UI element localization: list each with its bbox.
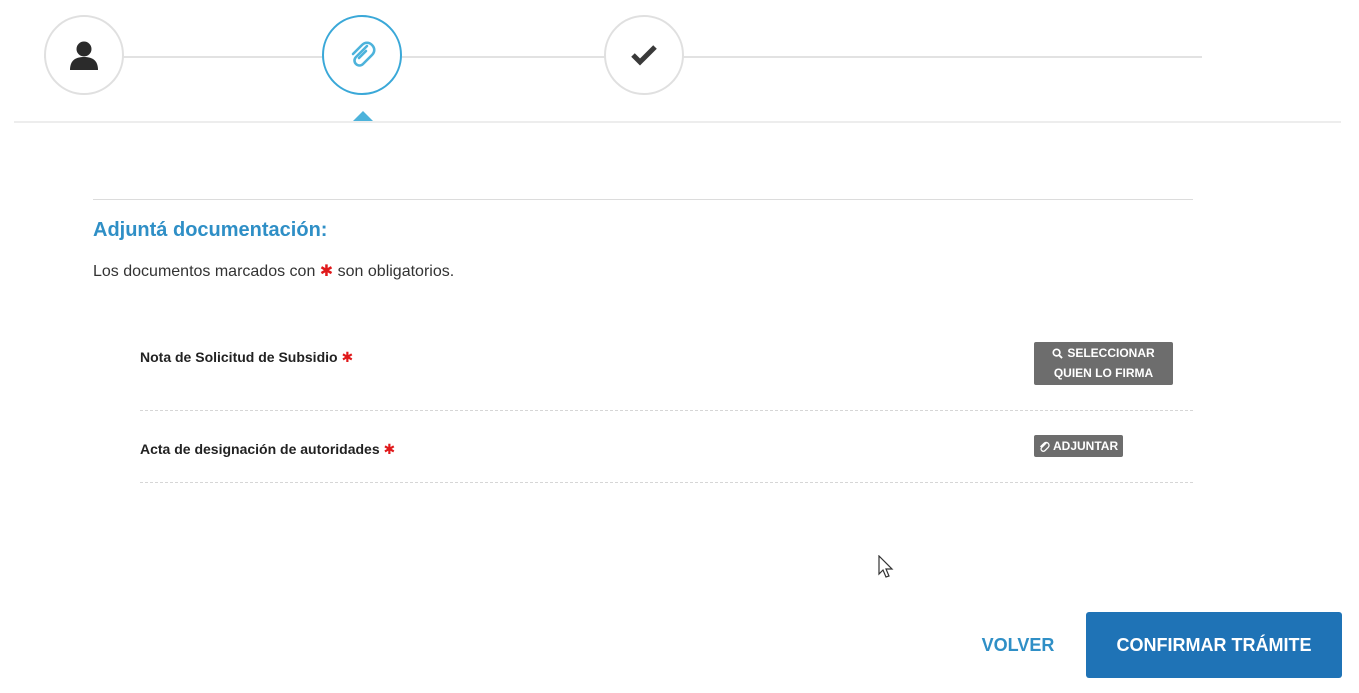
user-icon	[70, 41, 98, 70]
page-title: Adjuntá documentación:	[93, 219, 328, 241]
required-asterisk-icon: ✱	[341, 349, 354, 365]
progress-stepper	[0, 0, 1359, 125]
required-asterisk-icon: ✱	[383, 441, 396, 457]
section-divider	[93, 199, 1193, 200]
attach-button[interactable]: ADJUNTAR	[1034, 435, 1124, 457]
document-row: Acta de designación de autoridades ✱ ADJ…	[140, 420, 1193, 483]
step-user[interactable]	[44, 15, 124, 95]
required-asterisk-icon: ✱	[319, 263, 334, 280]
document-label: Nota de Solicitud de Subsidio ✱	[140, 349, 353, 366]
attach-label: ADJUNTAR	[1053, 439, 1119, 453]
back-button[interactable]: VOLVER	[968, 630, 1068, 660]
step-confirm[interactable]	[604, 15, 684, 95]
select-signer-line1: SELECCIONAR	[1040, 343, 1167, 363]
instructions-text-start: Los documentos marcados con	[93, 263, 316, 280]
document-name: Nota de Solicitud de Subsidio	[140, 349, 338, 365]
select-signer-label-1: SELECCIONAR	[1067, 346, 1155, 360]
select-signer-label-2: QUIEN LO FIRMA	[1053, 366, 1154, 380]
paperclip-icon	[1040, 441, 1050, 452]
confirm-button[interactable]: CONFIRMAR TRÁMITE	[1086, 612, 1342, 678]
paperclip-icon	[351, 41, 376, 67]
search-icon	[1052, 347, 1064, 359]
instructions-text-end: son obligatorios.	[337, 263, 455, 280]
document-label: Acta de designación de autoridades ✱	[140, 441, 395, 458]
mouse-cursor-icon	[878, 555, 894, 578]
checkmark-icon	[631, 45, 657, 66]
section-instructions: Los documentos marcados con ✱ son obliga…	[93, 261, 454, 281]
select-signer-button[interactable]: SELECCIONAR QUIEN LO FIRMA	[1034, 342, 1173, 385]
stepper-divider	[14, 121, 1341, 123]
step-attachments[interactable]	[322, 15, 402, 95]
document-row: Nota de Solicitud de Subsidio ✱ SELECCIO…	[140, 330, 1193, 411]
document-name: Acta de designación de autoridades	[140, 441, 380, 457]
